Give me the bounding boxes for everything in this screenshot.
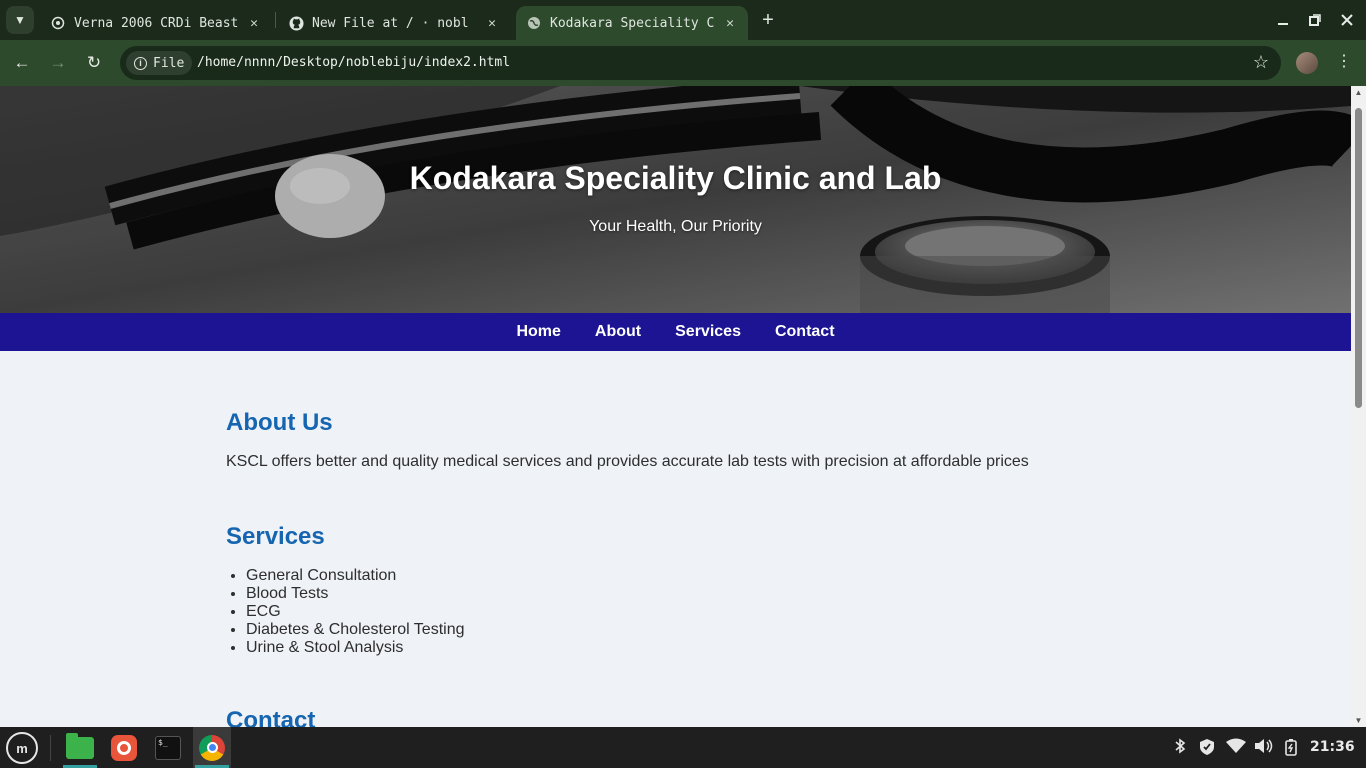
address-bar[interactable]: i File /home/nnnn/Desktop/noblebiju/inde… [120, 46, 1281, 80]
tab-title: Verna 2006 CRDi Beast [74, 15, 239, 31]
tab-verna[interactable]: Verna 2006 CRDi Beast ✕ [40, 6, 272, 40]
service-item: Blood Tests [246, 585, 1351, 603]
firefox-icon [111, 734, 137, 761]
service-item: ECG [246, 603, 1351, 621]
battery-icon[interactable] [1284, 738, 1298, 759]
nav-contact-link[interactable]: Contact [758, 323, 852, 341]
terminal-icon: $_ [155, 735, 181, 760]
stethoscope-image [0, 86, 1351, 313]
chevron-down-icon: ▼ [14, 13, 26, 27]
tab-kodakara[interactable]: Kodakara Speciality C ✕ [516, 6, 748, 40]
main-content: About Us KSCL offers better and quality … [0, 351, 1351, 727]
wifi-icon[interactable] [1226, 738, 1246, 757]
browser-toolbar: ← → ↻ i File /home/nnnn/Desktop/noblebij… [0, 40, 1366, 86]
globe-icon [526, 15, 542, 31]
close-icon[interactable]: ✕ [246, 16, 262, 31]
site-info-label: File [153, 55, 185, 71]
services-heading: Services [226, 523, 325, 550]
tab-strip: ▼ Verna 2006 CRDi Beast ✕ New File at / … [0, 0, 1366, 40]
profile-avatar[interactable] [1296, 52, 1318, 74]
scroll-up-icon[interactable]: ▲ [1354, 88, 1363, 97]
tab-github[interactable]: New File at / · nobl ✕ [278, 6, 510, 40]
nav-home-link[interactable]: Home [499, 323, 577, 341]
back-button[interactable]: ← [10, 51, 34, 75]
bookmark-star-icon[interactable]: ☆ [1253, 52, 1269, 73]
minimize-icon[interactable] [1271, 8, 1295, 32]
restore-icon[interactable] [1303, 8, 1327, 32]
tab-divider [275, 12, 276, 28]
reload-icon: ↻ [86, 53, 102, 72]
close-icon[interactable]: ✕ [722, 16, 738, 31]
hero-banner: Kodakara Speciality Clinic and Lab Your … [0, 86, 1351, 313]
files-app-button[interactable] [61, 727, 99, 768]
github-icon [288, 15, 304, 31]
info-icon: i [134, 56, 147, 70]
about-text: KSCL offers better and quality medical s… [226, 453, 1029, 470]
more-menu-icon[interactable]: ⋮ [1334, 51, 1354, 71]
terminal-app-button[interactable]: $_ [149, 727, 187, 768]
contact-heading: Contact [226, 707, 316, 727]
reload-button[interactable]: ↻ [82, 51, 106, 75]
tab-search-button[interactable]: ▼ [6, 6, 34, 34]
service-item: General Consultation [246, 567, 1351, 585]
openai-icon [50, 15, 66, 31]
nav-services-link[interactable]: Services [658, 323, 758, 341]
chrome-app-button[interactable] [193, 727, 231, 768]
site-nav: Home About Services Contact [0, 313, 1351, 351]
scroll-down-icon[interactable]: ▼ [1354, 716, 1363, 725]
url-text[interactable]: /home/nnnn/Desktop/noblebiju/index2.html [197, 55, 510, 70]
taskbar: m $_ 21:36 [0, 727, 1366, 768]
service-item: Urine & Stool Analysis [246, 639, 1351, 657]
clock[interactable]: 21:36 [1310, 739, 1355, 755]
services-list: General Consultation Blood Tests ECG Dia… [226, 567, 1351, 657]
shield-icon[interactable] [1198, 738, 1216, 759]
site-tagline: Your Health, Our Priority [589, 218, 762, 235]
arrow-right-icon: → [49, 53, 67, 72]
files-icon [66, 732, 94, 759]
forward-button[interactable]: → [46, 51, 70, 75]
service-item: Diabetes & Cholesterol Testing [246, 621, 1351, 639]
tab-title: New File at / · nobl [312, 15, 469, 31]
tab-title: Kodakara Speciality C [550, 15, 715, 31]
chrome-icon [199, 734, 225, 761]
site-title: Kodakara Speciality Clinic and Lab [409, 160, 942, 196]
scroll-thumb[interactable] [1355, 108, 1362, 408]
about-heading: About Us [226, 409, 333, 436]
close-window-icon[interactable] [1335, 8, 1359, 32]
site-info-chip[interactable]: i File [126, 51, 193, 75]
arrow-left-icon: ← [13, 53, 31, 72]
bluetooth-icon[interactable] [1174, 738, 1186, 757]
nav-about-link[interactable]: About [578, 323, 658, 341]
page-viewport: Kodakara Speciality Clinic and Lab Your … [0, 86, 1351, 727]
new-tab-button[interactable]: + [756, 8, 780, 32]
taskbar-divider [50, 735, 51, 761]
firefox-app-button[interactable] [105, 727, 143, 768]
mint-menu-icon[interactable]: m [6, 732, 38, 764]
page-scrollbar[interactable]: ▲ ▼ [1351, 86, 1366, 727]
volume-icon[interactable] [1254, 738, 1274, 757]
close-icon[interactable]: ✕ [484, 16, 500, 31]
